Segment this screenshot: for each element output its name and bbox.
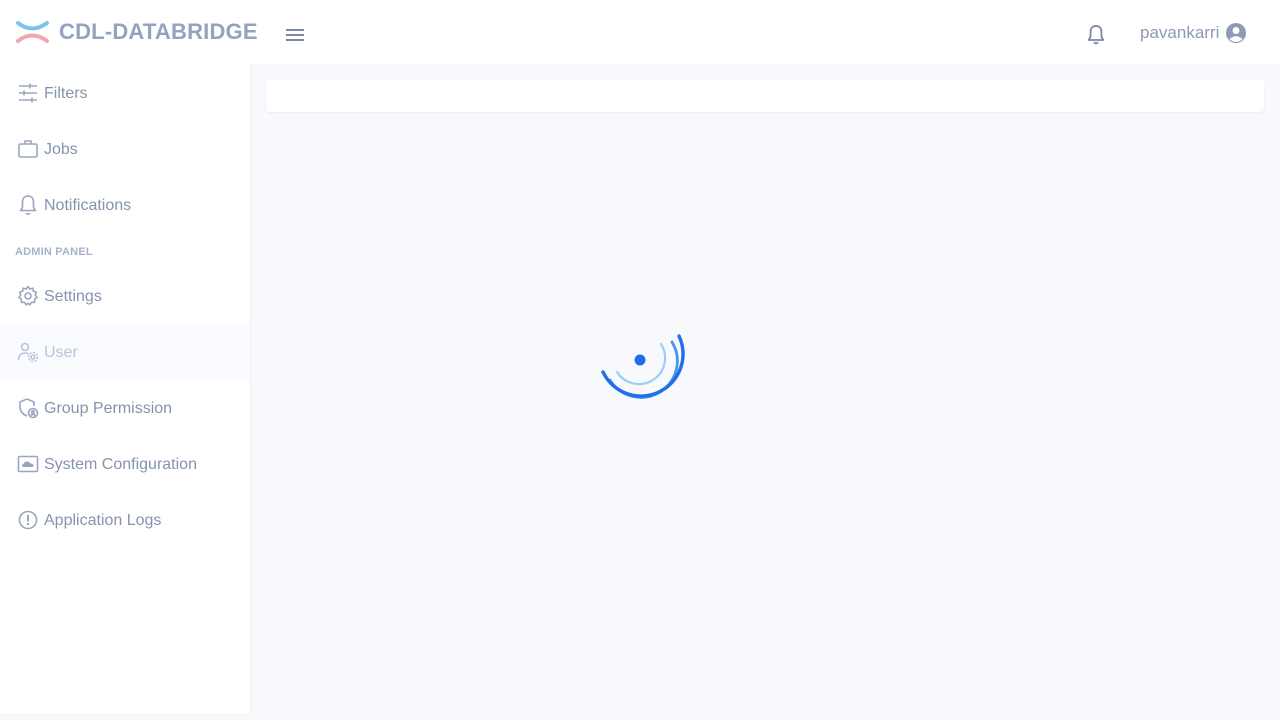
alert-circle-icon [18, 510, 38, 530]
user-settings-icon [17, 342, 39, 363]
content-toolbar-card [266, 80, 1264, 112]
sidebar-item-label: Jobs [44, 141, 78, 158]
user-circle-icon[interactable] [1225, 22, 1247, 44]
sidebar-item-user[interactable]: User [0, 324, 250, 380]
sidebar-item-label: Filters [44, 85, 88, 102]
admin-panel-heading: ADMIN PANEL [15, 246, 93, 258]
top-bar: CDL-DATABRIDGE pavankarri [0, 0, 1280, 64]
gear-icon [18, 285, 38, 306]
sidebar-item-label: Notifications [44, 197, 132, 214]
sidebar-item-system-configuration[interactable]: System Configuration [0, 436, 250, 492]
cloud-screen-icon [17, 455, 39, 473]
shield-user-icon [19, 398, 39, 419]
bell-icon [19, 195, 37, 216]
databridge-logo-icon [16, 21, 49, 43]
sidebar-item-group-permission[interactable]: Group Permission [0, 380, 250, 436]
sidebar-item-settings[interactable]: Settings [0, 268, 250, 324]
sidebar-item-label: Group Permission [44, 400, 173, 417]
briefcase-icon [18, 140, 38, 158]
sidebar-item-label: System Configuration [44, 456, 197, 473]
sidebar-item-label: User [44, 344, 78, 361]
sidebar-item-notifications[interactable]: Notifications [0, 177, 250, 233]
sidebar-item-label: Settings [44, 288, 102, 305]
sidebar-item-jobs[interactable]: Jobs [0, 121, 250, 177]
app-title: CDL-DATABRIDGE [59, 19, 258, 44]
sidebar-item-label: Application Logs [44, 512, 162, 529]
bell-icon[interactable] [1086, 24, 1106, 46]
sidebar-item-application-logs[interactable]: Application Logs [0, 492, 250, 548]
sidebar-item-filters[interactable]: Filters [0, 65, 250, 121]
sidebar: Filters Jobs Notifications ADMIN PANEL S… [0, 64, 250, 714]
username-label[interactable]: pavankarri [1140, 23, 1219, 43]
loading-spinner-icon [601, 334, 685, 399]
hamburger-menu-icon[interactable] [284, 24, 306, 46]
sliders-icon [19, 83, 37, 103]
